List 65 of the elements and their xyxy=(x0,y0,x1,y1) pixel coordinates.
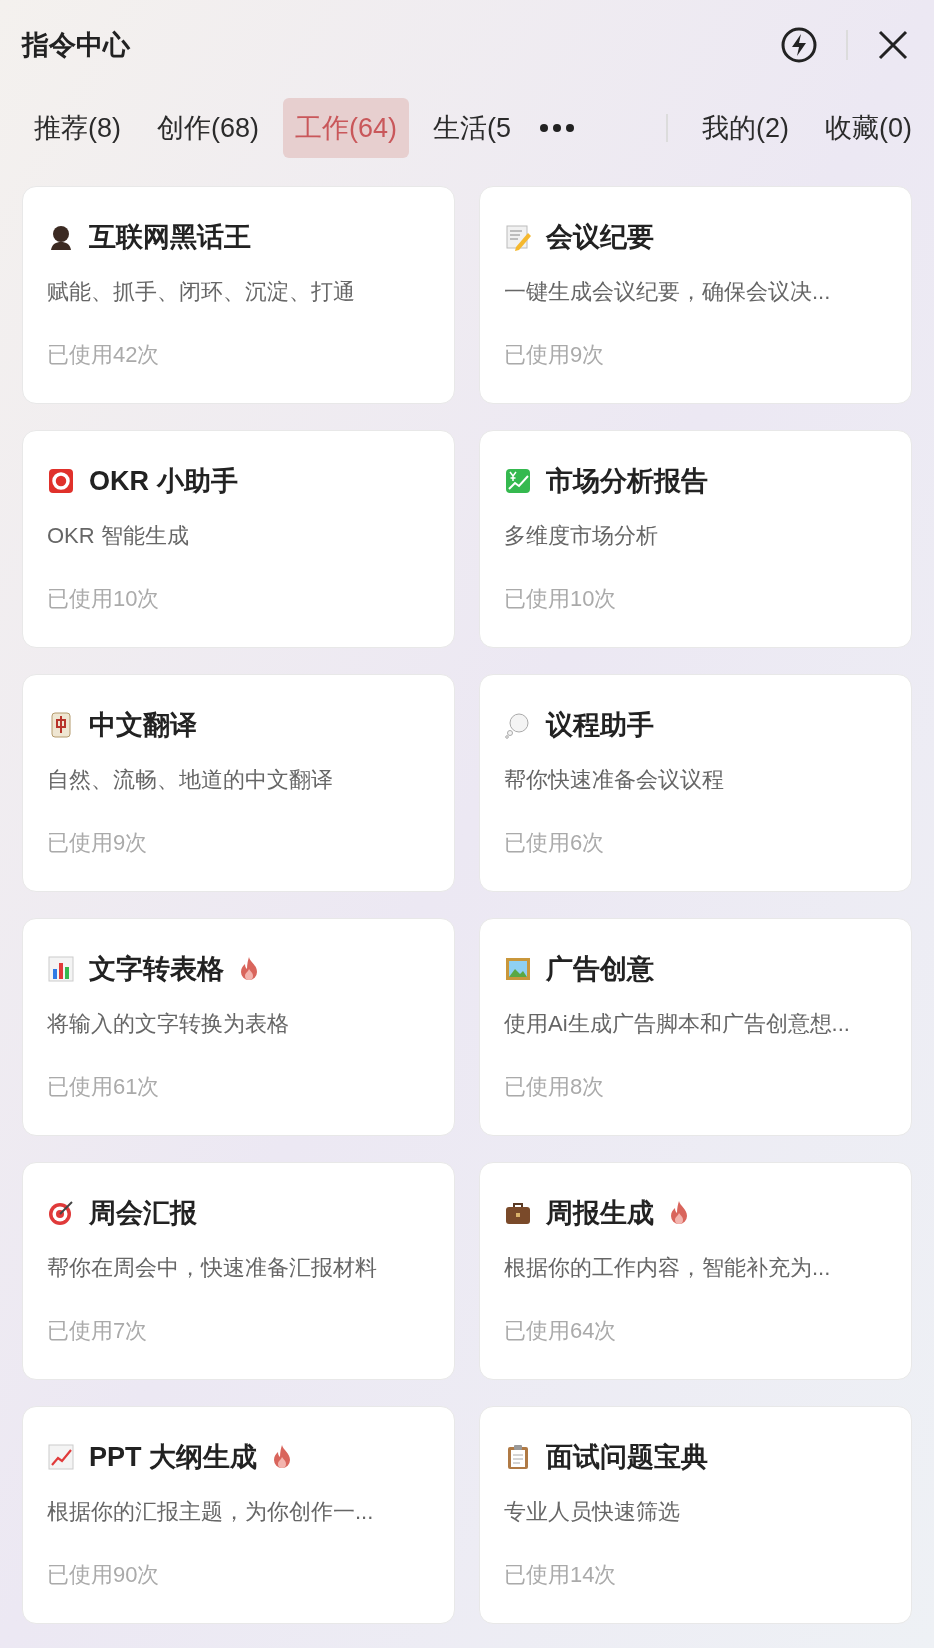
category-tab[interactable]: 推荐(8) xyxy=(22,98,133,158)
category-tab[interactable]: 我的(2) xyxy=(690,98,801,158)
card-description: 赋能、抓手、闭环、沉淀、打通 xyxy=(47,278,356,306)
prompt-card[interactable]: 广告创意 使用Ai生成广告脚本和广告创意想... 已使用8次 xyxy=(479,918,912,1136)
card-title: 周报生成 xyxy=(546,1196,654,1230)
usage-count: 已使用9次 xyxy=(504,341,606,369)
card-title: 中文翻译 xyxy=(89,708,197,742)
prompt-card[interactable]: 周会汇报 帮你在周会中，快速准备汇报材料 已使用7次 xyxy=(22,1162,455,1380)
card-description: 根据你的工作内容，智能补充为... xyxy=(504,1254,832,1282)
usage-count: 已使用42次 xyxy=(47,341,161,369)
prompt-card[interactable]: 会议纪要 一键生成会议纪要，确保会议决... 已使用9次 xyxy=(479,186,912,404)
card-description: 使用Ai生成广告脚本和广告创意想... xyxy=(504,1010,851,1038)
prompt-card[interactable]: 文字转表格 将输入的文字转换为表格 已使用61次 xyxy=(22,918,455,1136)
card-description: 多维度市场分析 xyxy=(504,522,659,550)
card-description: 专业人员快速筛选 xyxy=(504,1498,681,1526)
card-title: 会议纪要 xyxy=(546,220,654,254)
thought-bubble-icon xyxy=(504,711,532,739)
usage-count: 已使用64次 xyxy=(504,1317,618,1345)
card-title: 周会汇报 xyxy=(89,1196,197,1230)
chart-increasing-icon xyxy=(504,467,532,495)
card-description: 根据你的汇报主题，为你创作一... xyxy=(47,1498,375,1526)
prompt-card[interactable]: 互联网黑话王 赋能、抓手、闭环、沉淀、打通 已使用42次 xyxy=(22,186,455,404)
memo-icon xyxy=(504,223,532,251)
prompt-card[interactable]: OKR 小助手 OKR 智能生成 已使用10次 xyxy=(22,430,455,648)
usage-count: 已使用10次 xyxy=(47,585,161,613)
prompt-card[interactable]: PPT 大纲生成 根据你的汇报主题，为你创作一... 已使用90次 xyxy=(22,1406,455,1624)
close-icon[interactable] xyxy=(876,28,910,62)
usage-count: 已使用6次 xyxy=(504,829,606,857)
card-title: 市场分析报告 xyxy=(546,464,708,498)
card-description: 一键生成会议纪要，确保会议决... xyxy=(504,278,832,306)
prompt-card[interactable]: 中文翻译 自然、流畅、地道的中文翻译 已使用9次 xyxy=(22,674,455,892)
card-title: PPT 大纲生成 xyxy=(89,1440,257,1474)
card-title: 文字转表格 xyxy=(89,952,224,986)
prompt-card[interactable]: 市场分析报告 多维度市场分析 已使用10次 xyxy=(479,430,912,648)
card-title: OKR 小助手 xyxy=(89,464,238,498)
prompt-card[interactable]: 面试问题宝典 专业人员快速筛选 已使用14次 xyxy=(479,1406,912,1624)
card-description: 帮你在周会中，快速准备汇报材料 xyxy=(47,1254,378,1282)
category-tab[interactable]: 创作(68) xyxy=(145,98,271,158)
usage-count: 已使用90次 xyxy=(47,1561,161,1589)
category-tab[interactable]: 生活(5 xyxy=(421,98,524,158)
lightning-icon[interactable] xyxy=(780,26,818,64)
panel-title: 指令中心 xyxy=(22,28,130,62)
o-sign-icon xyxy=(47,467,75,495)
usage-count: 已使用61次 xyxy=(47,1073,161,1101)
card-description: 自然、流畅、地道的中文翻译 xyxy=(47,766,334,794)
usage-count: 已使用9次 xyxy=(47,829,149,857)
line-chart-icon xyxy=(47,1443,75,1471)
more-icon[interactable] xyxy=(539,123,576,133)
usage-count: 已使用10次 xyxy=(504,585,618,613)
target-icon xyxy=(47,1199,75,1227)
prompt-card[interactable]: 周报生成 根据你的工作内容，智能补充为... 已使用64次 xyxy=(479,1162,912,1380)
card-description: OKR 智能生成 xyxy=(47,522,190,550)
usage-count: 已使用7次 xyxy=(47,1317,149,1345)
card-title: 互联网黑话王 xyxy=(89,220,251,254)
usage-count: 已使用14次 xyxy=(504,1561,618,1589)
card-description: 将输入的文字转换为表格 xyxy=(47,1010,290,1038)
bar-chart-icon xyxy=(47,955,75,983)
framed-picture-icon xyxy=(504,955,532,983)
usage-count: 已使用8次 xyxy=(504,1073,606,1101)
card-description: 帮你快速准备会议议程 xyxy=(504,766,725,794)
prompt-card[interactable]: 议程助手 帮你快速准备会议议程 已使用6次 xyxy=(479,674,912,892)
category-tab[interactable]: 收藏(0) xyxy=(813,98,924,158)
card-title: 广告创意 xyxy=(546,952,654,986)
card-title: 议程助手 xyxy=(546,708,654,742)
card-title: 面试问题宝典 xyxy=(546,1440,708,1474)
